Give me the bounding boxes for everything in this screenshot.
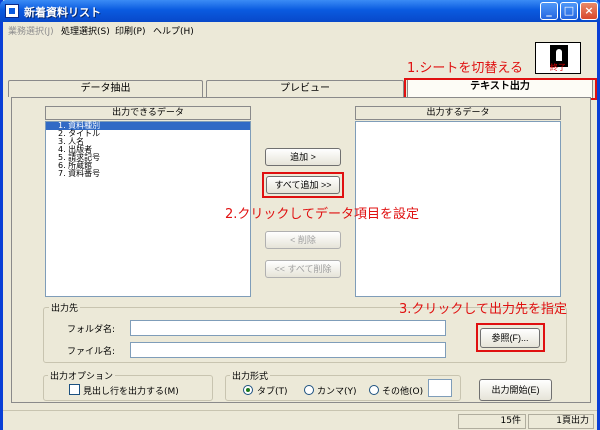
format-other-radio[interactable] [369,385,379,395]
header-row-checkbox[interactable] [69,384,80,395]
remove-button[interactable]: < 削除 [265,231,341,249]
folder-input[interactable] [130,320,446,336]
exit-label: 終了 [550,63,566,72]
tab-preview[interactable]: プレビュー [206,80,404,97]
format-comma-label: カンマ(Y) [317,387,357,397]
maximize-button[interactable]: □ [560,2,578,20]
format-tab-radio[interactable] [243,385,253,395]
start-output-button[interactable]: 出力開始(E) [479,379,552,401]
status-page: 1頁出力 [528,414,594,429]
format-other-input[interactable] [428,379,452,397]
tab-data-extract[interactable]: データ抽出 [8,80,203,97]
format-other-label: その他(O) [382,387,424,397]
available-data-list[interactable]: 1. 資料種別 2. タイトル 3. 人名 4. 出版者 5. 請求記号 6. 所蔵館 7.… [45,121,251,297]
list-item[interactable]: 7. 資料番号 [46,170,250,178]
available-data-header: 出力できるデータ [45,106,251,120]
menu-process-select[interactable]: 処理選択(S) [61,24,110,37]
remove-all-button[interactable]: << すべて削除 [265,260,341,278]
status-count: 15件 [458,414,526,429]
app-icon [5,4,19,18]
title-bar[interactable]: 新着資料リスト _ □ × [0,0,600,22]
menu-print[interactable]: 印刷(P) [115,24,145,37]
output-options-label: 出力オプション [48,369,116,382]
minimize-button[interactable]: _ [540,2,558,20]
format-comma-radio[interactable] [304,385,314,395]
output-data-header: 出力するデータ [355,106,561,120]
file-input[interactable] [130,342,446,358]
menu-business-select[interactable]: 業務選択(J) [8,24,54,37]
header-row-label: 見出し行を出力する(M) [83,387,179,397]
annotation-step3: 3.クリックして出力先を指定 [399,302,568,317]
menu-bar: 業務選択(J) 処理選択(S) 印刷(P) ヘルプ(H) [3,22,597,38]
exit-button[interactable]: 終了 [535,42,581,74]
highlight-browse-box [476,323,545,352]
destination-group-label: 出力先 [49,301,81,314]
menu-help[interactable]: ヘルプ(H) [153,24,194,37]
highlight-add-all-box [262,172,344,198]
close-button[interactable]: × [580,2,598,20]
window-title: 新着資料リスト [24,6,101,19]
format-tab-label: タブ(T) [257,387,288,397]
annotation-step2: 2.クリックしてデータ項目を設定 [225,207,420,222]
app-window: 新着資料リスト _ □ × 業務選択(J) 処理選択(S) 印刷(P) ヘルプ(… [0,0,600,430]
output-format-label: 出力形式 [230,369,271,382]
annotation-step1: 1.シートを切替える [407,61,524,76]
status-bar: 15件 1頁出力 [3,410,597,430]
file-label: ファイル名: [67,347,116,357]
folder-label: フォルダ名: [67,325,116,335]
add-button[interactable]: 追加 > [265,148,341,166]
